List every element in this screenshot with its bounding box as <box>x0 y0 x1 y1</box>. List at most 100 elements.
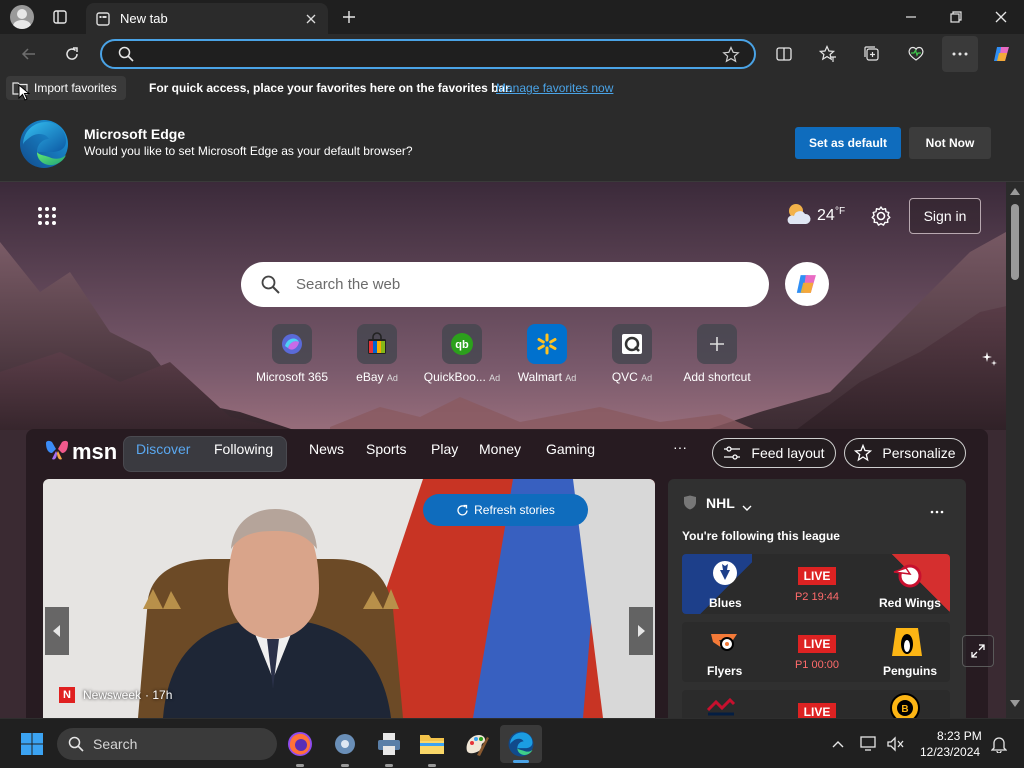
file-explorer-icon[interactable] <box>415 727 449 761</box>
refresh-icon[interactable] <box>57 39 87 69</box>
taskbar-search-label: Search <box>93 736 138 752</box>
live-badge: LIVE <box>798 567 836 585</box>
feed-layout-button[interactable]: Feed layout <box>712 438 836 468</box>
shortcut-quickbooks[interactable]: qb QuickBoo... Ad <box>420 324 504 384</box>
printer-app-icon[interactable] <box>372 727 406 761</box>
paint-app-icon[interactable] <box>459 727 493 761</box>
running-indicator <box>341 764 349 767</box>
league-name[interactable]: NHL <box>706 495 735 511</box>
tab-new-tab[interactable]: New tab <box>86 3 328 34</box>
not-now-button[interactable]: Not Now <box>909 127 991 159</box>
copilot-icon[interactable] <box>986 38 1018 70</box>
settings-app-icon[interactable] <box>328 727 362 761</box>
scroll-up-arrow-icon[interactable] <box>1010 188 1020 195</box>
active-indicator <box>513 760 529 763</box>
copilot-search-button[interactable] <box>785 262 829 306</box>
home-team-name: Flyers <box>707 664 743 678</box>
favorites-icon[interactable] <box>812 38 844 70</box>
minimize-icon[interactable] <box>896 2 926 32</box>
clock-time[interactable]: 8:23 PM <box>937 729 982 743</box>
shortcut-ebay[interactable]: eBay Ad <box>335 324 419 384</box>
volume-muted-icon[interactable] <box>878 727 912 761</box>
windows-start-icon[interactable] <box>15 727 49 761</box>
shortcut-microsoft-365[interactable]: Microsoft 365 <box>250 324 334 384</box>
bruins-logo-icon: B <box>890 693 920 718</box>
show-hidden-icons-chevron-icon[interactable] <box>821 727 855 761</box>
sign-in-button[interactable]: Sign in <box>909 198 981 234</box>
favorite-star-icon[interactable] <box>722 46 740 69</box>
flyers-logo-icon <box>707 628 743 661</box>
page-scrollbar[interactable] <box>1006 182 1024 718</box>
app-launcher-icon[interactable] <box>37 206 59 228</box>
tab-news[interactable]: News <box>309 441 344 457</box>
refresh-stories-label: Refresh stories <box>474 503 555 517</box>
address-bar[interactable] <box>100 39 756 69</box>
back-arrow-icon[interactable] <box>14 39 44 69</box>
edge-taskbar-icon <box>508 731 534 762</box>
tab-gaming[interactable]: Gaming <box>546 441 595 457</box>
tab-money[interactable]: Money <box>479 441 521 457</box>
clock-date[interactable]: 12/23/2024 <box>920 745 980 759</box>
top-story-card[interactable]: Refresh stories N Newsweek · 17h <box>43 479 655 718</box>
search-icon <box>118 46 134 67</box>
tab-following[interactable]: Following <box>214 441 273 457</box>
close-window-icon[interactable] <box>986 2 1016 32</box>
penguins-logo-icon <box>892 626 922 663</box>
game-card-capitals-bruins[interactable]: LIVE B <box>682 690 950 718</box>
shortcut-qvc[interactable]: QVC Ad <box>590 324 674 384</box>
carousel-prev-button[interactable] <box>45 607 69 655</box>
web-search-box[interactable]: Search the web <box>241 262 769 307</box>
edge-taskbar-button[interactable] <box>500 725 542 763</box>
game-card-flyers-penguins[interactable]: Flyers LIVE P1 00:00 Penguins <box>682 622 950 682</box>
page-settings-gear-icon[interactable] <box>870 205 892 232</box>
carousel-next-button[interactable] <box>629 607 653 655</box>
expand-icon[interactable] <box>962 635 994 667</box>
notifications-bell-icon[interactable] <box>982 727 1016 761</box>
tab-sports[interactable]: Sports <box>366 441 406 457</box>
firefox-icon[interactable] <box>283 727 317 761</box>
taskbar-search-icon <box>68 736 84 757</box>
home-team-name: Blues <box>709 596 742 610</box>
msn-logo-text: msn <box>72 439 118 464</box>
import-favorites-label: Import favorites <box>34 81 117 95</box>
card-more-options-icon[interactable] <box>930 501 944 519</box>
shortcut-label: QVC Ad <box>611 370 653 384</box>
personalize-button[interactable]: Personalize <box>844 438 966 468</box>
story-source[interactable]: N Newsweek · 17h <box>59 687 172 703</box>
sparkle-icon[interactable] <box>980 350 1000 375</box>
add-shortcut-button[interactable]: Add shortcut <box>675 324 759 384</box>
split-screen-icon[interactable] <box>768 38 800 70</box>
game-clock: P1 00:00 <box>794 659 840 671</box>
star-sparkle-icon <box>854 444 873 462</box>
tab-play[interactable]: Play <box>431 441 458 457</box>
shortcut-label: Microsoft 365 <box>255 370 329 384</box>
set-as-default-button[interactable]: Set as default <box>795 127 901 159</box>
more-tabs-button[interactable]: ··· <box>673 439 687 455</box>
taskbar-search-box[interactable]: Search <box>57 728 277 760</box>
new-tab-plus-icon[interactable] <box>334 2 364 32</box>
profile-avatar[interactable] <box>10 5 34 29</box>
settings-more-icon[interactable] <box>942 36 978 72</box>
restore-icon[interactable] <box>941 2 971 32</box>
scroll-down-arrow-icon[interactable] <box>1010 700 1020 707</box>
browser-essentials-icon[interactable] <box>900 38 932 70</box>
svg-text:qb: qb <box>455 339 469 351</box>
search-magnifier-icon <box>261 275 280 299</box>
shortcut-walmart[interactable]: Walmart Ad <box>505 324 589 384</box>
default-browser-prompt: Microsoft Edge Would you like to set Mic… <box>0 102 1024 182</box>
ebay-tile <box>357 324 397 364</box>
collections-icon[interactable] <box>856 38 888 70</box>
prompt-title: Microsoft Edge <box>84 126 186 142</box>
close-tab-icon[interactable] <box>302 10 320 28</box>
tab-actions-icon[interactable] <box>45 2 75 32</box>
edge-logo-icon <box>19 119 69 174</box>
manage-favorites-link[interactable]: Manage favorites now <box>496 81 613 95</box>
chevron-down-icon[interactable] <box>742 499 752 517</box>
weather-widget[interactable]: 24 °F <box>784 202 854 230</box>
live-badge: LIVE <box>798 635 836 653</box>
refresh-stories-button[interactable]: Refresh stories <box>423 494 588 526</box>
game-card-blues-red-wings[interactable]: Blues LIVE P2 19:44 Red Wings <box>682 554 950 614</box>
microsoft-365-icon <box>282 334 302 354</box>
tab-discover[interactable]: Discover <box>136 441 190 457</box>
scrollbar-thumb[interactable] <box>1011 204 1019 280</box>
